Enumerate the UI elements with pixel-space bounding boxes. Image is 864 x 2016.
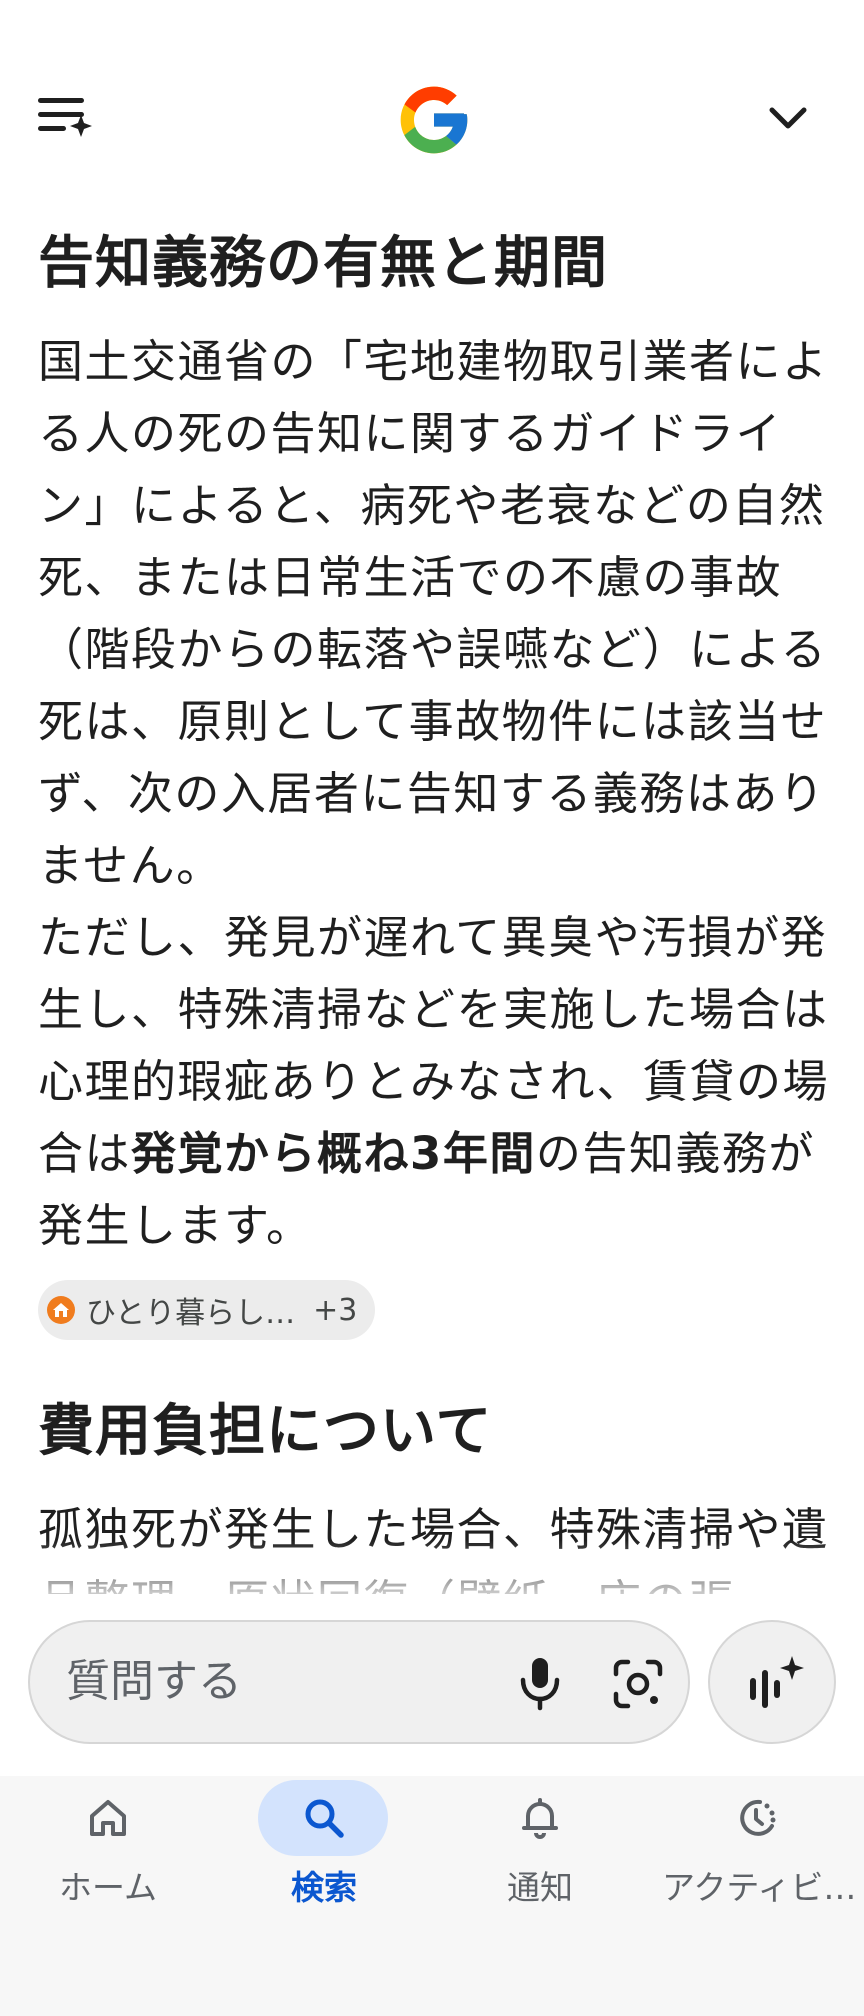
microphone-icon (520, 1658, 560, 1711)
house-favicon-icon (47, 1296, 75, 1324)
ask-placeholder: 質問する (66, 1656, 242, 1707)
google-g-logo-icon (400, 86, 468, 154)
paragraph-text: 国土交通省の「宅地建物取引業者による人の死の告知に関するガイドライン」によると、… (38, 335, 829, 892)
source-chip-label: ひとり暮らし… (86, 1296, 296, 1331)
section-heading: 告知義務の有無と期間 (38, 231, 608, 296)
search-icon (305, 1799, 344, 1838)
section-disclosure-duty: 告知義務の有無と期間 国土交通省の「宅地建物取引業者による人の死の告知に関するガ… (38, 224, 838, 1340)
source-chip[interactable]: ひとり暮らし… +3 (38, 1280, 376, 1340)
activity-icon (740, 1799, 776, 1836)
section-cost-burden: 費用負担について 孤独死が発生した場合、特殊清掃や遺品整理、原状回復（壁紙・床の… (38, 1392, 838, 1594)
google-logo[interactable] (394, 80, 474, 160)
section-heading: 費用負担について (38, 1399, 493, 1464)
bell-icon (522, 1798, 558, 1839)
section-paragraph: 国土交通省の「宅地建物取引業者による人の死の告知に関するガイドライン」によると、… (38, 326, 838, 1262)
home-icon (90, 1800, 126, 1836)
ask-bar: 質問する (0, 1596, 864, 1772)
lens-button[interactable] (606, 1652, 670, 1716)
ask-input[interactable]: 質問する (28, 1620, 690, 1744)
top-app-bar (0, 0, 864, 240)
expand-button[interactable] (760, 90, 820, 146)
nav-item-activity[interactable]: アクティビ… (648, 1776, 864, 1946)
source-chip-count: +3 (313, 1292, 358, 1328)
nav-item-notifications[interactable]: 通知 (432, 1776, 648, 1946)
ai-mode-button[interactable] (708, 1620, 836, 1744)
nav-item-search[interactable]: 検索 (216, 1776, 432, 1946)
chevron-down-icon (769, 107, 807, 129)
nav-label: 検索 (291, 1868, 357, 1907)
ai-overview-content: 告知義務の有無と期間 国土交通省の「宅地建物取引業者による人の死の告知に関するガ… (38, 224, 838, 1594)
voice-search-button[interactable] (508, 1650, 572, 1714)
ai-mode-sparkle-icon (750, 1656, 804, 1708)
nav-item-home[interactable]: ホーム (0, 1776, 216, 1946)
menu-button[interactable] (36, 92, 108, 148)
section-paragraph: 孤独死が発生した場合、特殊清掃や遺品整理、原状回復（壁紙・床の張 (38, 1503, 829, 1594)
nav-label: アクティビ… (662, 1868, 857, 1907)
highlighted-text: 発覚から概ね3年間 (131, 1127, 536, 1180)
nav-label: ホーム (58, 1868, 157, 1907)
lens-camera-icon (613, 1659, 663, 1709)
sort-sparkle-icon (38, 98, 92, 137)
bottom-navigation: ホーム 検索 通知 アクティビ… (0, 1776, 864, 2016)
nav-label: 通知 (507, 1868, 573, 1907)
